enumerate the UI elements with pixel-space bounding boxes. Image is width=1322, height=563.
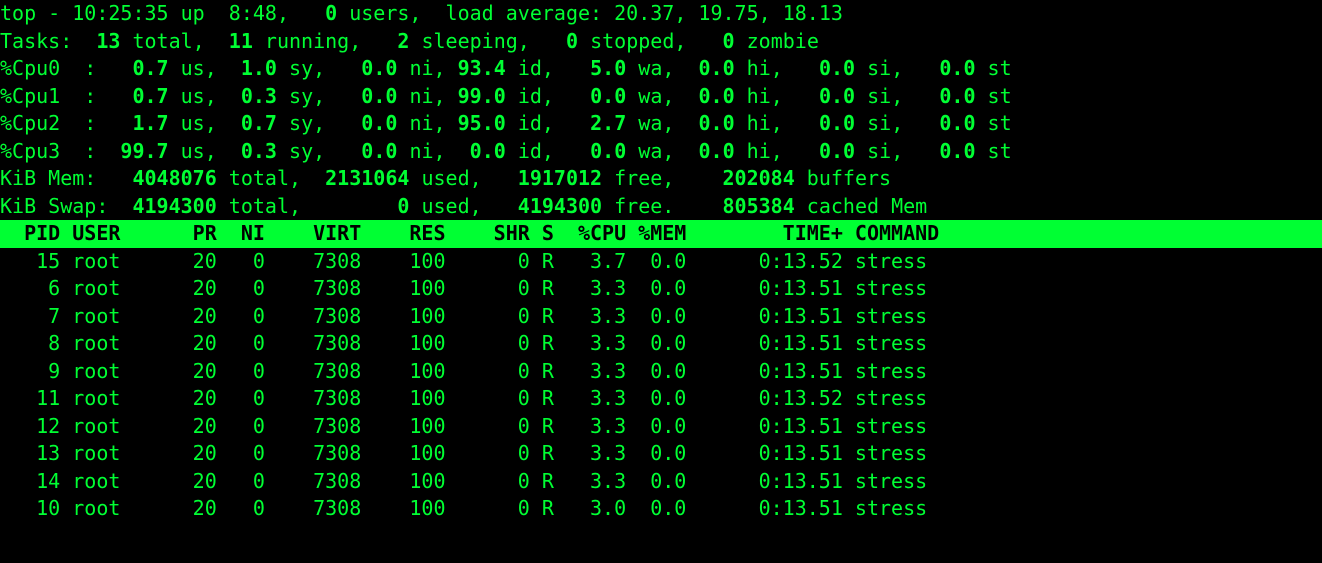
top-summary: top - 10:25:35 up 8:48, 0 users, load av… bbox=[0, 0, 1322, 220]
process-table-body[interactable]: 15 root 20 0 7308 100 0 R 3.7 0.0 0:13.5… bbox=[0, 248, 1322, 523]
process-table-header[interactable]: PID USER PR NI VIRT RES SHR S %CPU %MEM … bbox=[0, 220, 1322, 248]
